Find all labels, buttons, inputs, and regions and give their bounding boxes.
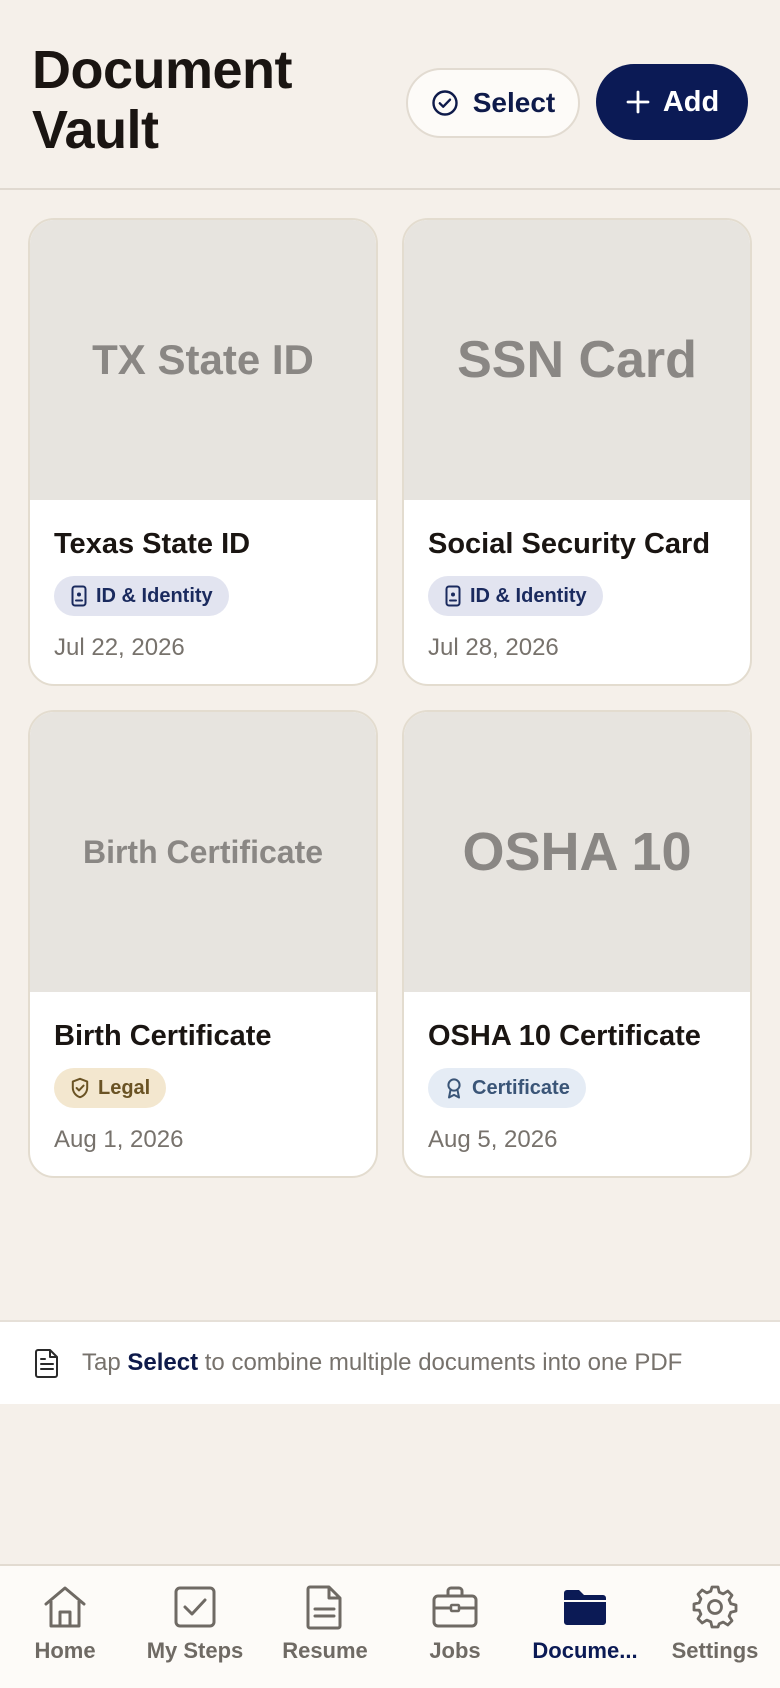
phone-id-icon (444, 585, 462, 607)
category-badge: Legal (54, 1068, 167, 1108)
document-card-ssn[interactable]: SSN Card Social Security Card ID & Ident… (402, 218, 752, 686)
header: Document Vault Select Add (0, 0, 780, 190)
hint-suffix: to combine multiple documents into one P… (204, 1349, 683, 1376)
nav-item-my-steps[interactable]: My Steps (130, 1566, 260, 1688)
document-title: OSHA 10 Certificate (428, 1020, 701, 1052)
select-button[interactable]: Select (406, 68, 580, 138)
plus-icon (625, 89, 651, 115)
category-badge-label: ID & Identity (96, 584, 213, 607)
folder-icon (561, 1584, 609, 1630)
document-date: Aug 5, 2026 (428, 1126, 558, 1153)
nav-label: My Steps (146, 1638, 244, 1663)
checkbox-icon (172, 1584, 218, 1630)
document-thumbnail: SSN Card (404, 220, 750, 500)
bottom-nav: Home My Steps Resume Jobs Docume... Sett… (0, 1564, 780, 1688)
check-circle-icon (431, 89, 459, 117)
hint-prefix: Tap (82, 1349, 121, 1376)
select-button-label: Select (472, 87, 556, 118)
nav-label: Home (34, 1638, 96, 1663)
gear-icon (692, 1584, 738, 1630)
hint-emphasis: Select (127, 1349, 199, 1376)
nav-label: Docume... (532, 1638, 638, 1663)
file-text-icon (34, 1348, 60, 1378)
document-card-texas-id[interactable]: TX State ID Texas State ID ID & Identity… (28, 218, 378, 686)
page-title: Document Vault (32, 40, 293, 160)
category-badge: Certificate (428, 1068, 586, 1108)
document-thumbnail: OSHA 10 (404, 712, 750, 992)
category-badge-label: Legal (98, 1076, 151, 1099)
add-button-label: Add (662, 85, 720, 118)
nav-item-jobs[interactable]: Jobs (390, 1566, 520, 1688)
document-thumbnail: TX State ID (30, 220, 376, 500)
app-root: Document Vault Select Add TX State ID Te… (0, 0, 780, 1688)
nav-item-documents[interactable]: Docume... (520, 1566, 650, 1688)
category-badge-label: ID & Identity (470, 584, 587, 607)
document-card-osha[interactable]: OSHA 10 OSHA 10 Certificate Certificate … (402, 710, 752, 1178)
document-title: Texas State ID (54, 528, 251, 560)
nav-label: Resume (282, 1638, 368, 1663)
document-date: Jul 28, 2026 (428, 634, 559, 661)
home-icon (41, 1584, 89, 1630)
document-title: Birth Certificate (54, 1020, 272, 1052)
category-badge: ID & Identity (428, 576, 603, 616)
briefcase-icon (431, 1584, 479, 1630)
nav-item-resume[interactable]: Resume (260, 1566, 390, 1688)
shield-icon (70, 1077, 90, 1099)
nav-label: Settings (671, 1638, 759, 1663)
category-badge: ID & Identity (54, 576, 229, 616)
combine-hint-bar: Tap Select to combine multiple documents… (0, 1320, 780, 1404)
nav-item-settings[interactable]: Settings (650, 1566, 780, 1688)
document-thumbnail: Birth Certificate (30, 712, 376, 992)
document-card-birth-certificate[interactable]: Birth Certificate Birth Certificate Lega… (28, 710, 378, 1178)
document-date: Jul 22, 2026 (54, 634, 185, 661)
nav-label: Jobs (429, 1638, 481, 1663)
nav-item-home[interactable]: Home (0, 1566, 130, 1688)
combine-hint-text: Tap Select to combine multiple documents… (82, 1349, 682, 1377)
award-icon (444, 1077, 464, 1099)
document-date: Aug 1, 2026 (54, 1126, 184, 1153)
add-button[interactable]: Add (596, 64, 748, 140)
phone-id-icon (70, 585, 88, 607)
category-badge-label: Certificate (472, 1076, 570, 1099)
document-title: Social Security Card (428, 528, 711, 560)
file-icon (305, 1584, 345, 1630)
